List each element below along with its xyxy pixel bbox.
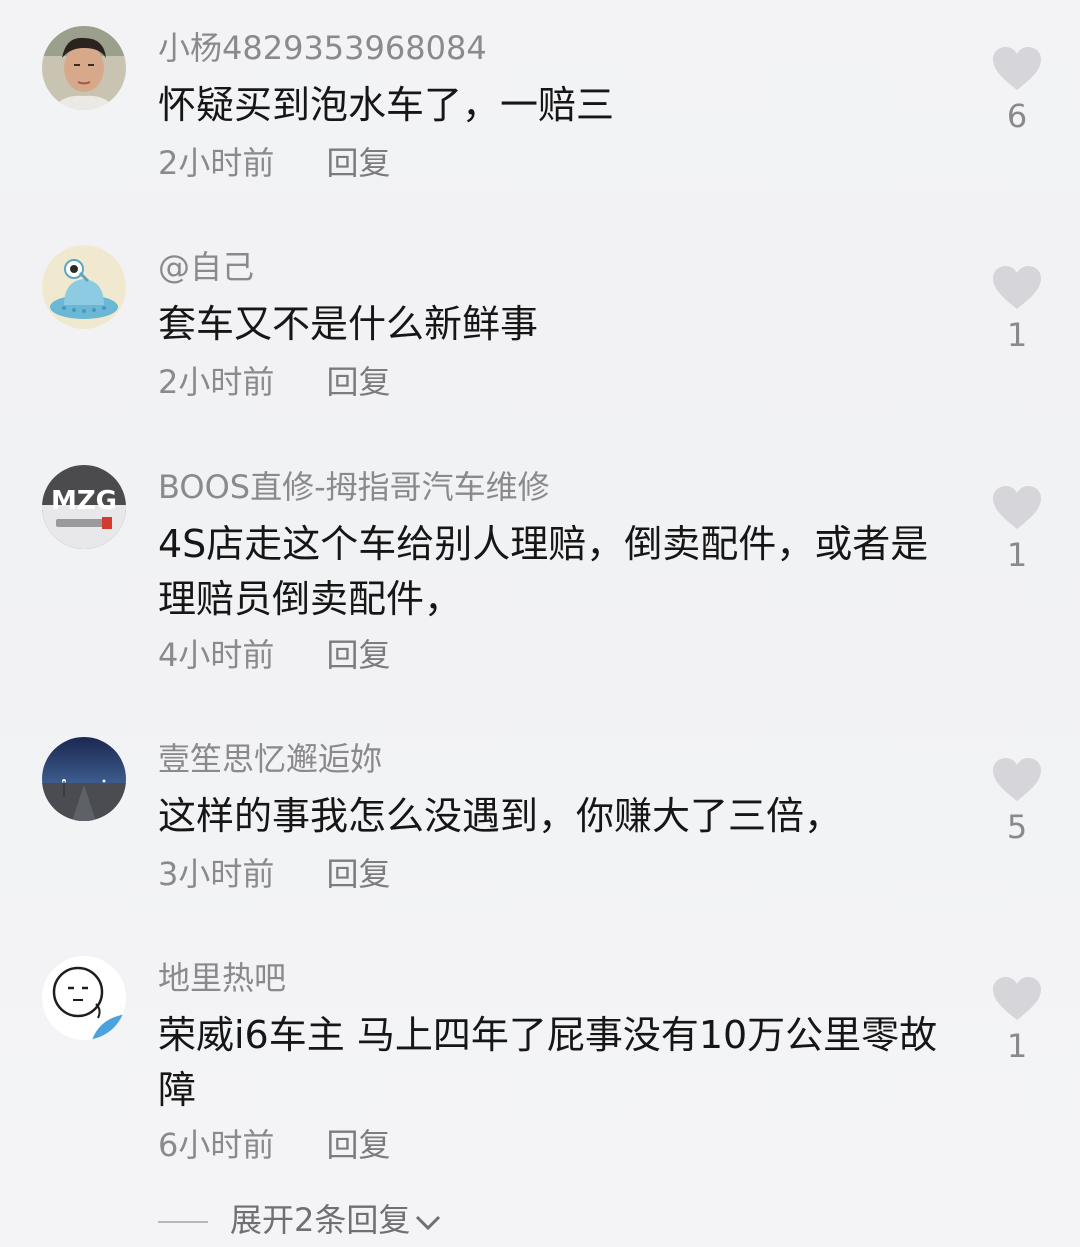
heart-icon xyxy=(993,266,1041,309)
like-button[interactable]: 1 xyxy=(992,976,1042,1066)
comment-meta: 2小时前 回复 xyxy=(158,143,391,183)
expand-replies-label: 展开2条回复 xyxy=(230,1201,411,1239)
like-button[interactable]: 1 xyxy=(992,485,1042,575)
avatar[interactable] xyxy=(42,26,126,110)
like-count: 1 xyxy=(1006,536,1028,574)
avatar[interactable] xyxy=(42,737,126,821)
comment-username[interactable]: @自己 xyxy=(158,247,254,287)
divider-line xyxy=(158,1221,208,1223)
comment-time: 2小时前 xyxy=(158,363,275,401)
chevron-down-icon xyxy=(414,1202,442,1242)
comment-text[interactable]: 套车又不是什么新鲜事 xyxy=(158,297,938,352)
like-count: 5 xyxy=(1006,808,1028,846)
comment-meta: 2小时前 回复 xyxy=(158,362,391,402)
avatar[interactable] xyxy=(42,956,126,1040)
person-photo-avatar-icon xyxy=(42,26,126,110)
comment-time: 6小时前 xyxy=(158,1126,275,1164)
like-count: 1 xyxy=(1006,1027,1028,1065)
night-road-avatar-icon xyxy=(42,737,126,821)
comment-text[interactable]: 这样的事我怎么没遇到，你赚大了三倍， xyxy=(158,789,938,844)
like-button[interactable]: 1 xyxy=(992,265,1042,355)
comment-username[interactable]: 小杨4829353968084 xyxy=(158,28,487,68)
reply-button[interactable]: 回复 xyxy=(327,854,391,894)
heart-icon xyxy=(993,47,1041,90)
comment-username[interactable]: BOOS直修-拇指哥汽车维修 xyxy=(158,467,550,507)
reply-button[interactable]: 回复 xyxy=(327,362,391,402)
comment-username[interactable]: 壹笙思忆邂逅妳 xyxy=(158,739,382,779)
like-button[interactable]: 5 xyxy=(992,757,1042,847)
avatar[interactable]: MZG xyxy=(42,465,126,549)
expand-replies-button[interactable]: 展开2条回复 xyxy=(158,1200,442,1242)
comment-time: 4小时前 xyxy=(158,636,275,674)
reply-button[interactable]: 回复 xyxy=(327,1125,391,1165)
comment-text[interactable]: 荣威i6车主 马上四年了屁事没有10万公里零故障 xyxy=(158,1008,938,1118)
avatar-logo-text: MZG xyxy=(51,486,117,516)
heart-icon xyxy=(993,758,1041,801)
heart-icon xyxy=(993,977,1041,1020)
comment-username[interactable]: 地里热吧 xyxy=(158,958,286,998)
comment-meta: 6小时前 回复 xyxy=(158,1125,391,1165)
heart-icon xyxy=(993,486,1041,529)
comment-text[interactable]: 怀疑买到泡水车了，一赔三 xyxy=(158,78,938,133)
like-count: 6 xyxy=(1006,97,1028,135)
comment-time: 2小时前 xyxy=(158,144,275,182)
like-count: 1 xyxy=(1006,316,1028,354)
avatar[interactable] xyxy=(42,245,126,329)
reply-button[interactable]: 回复 xyxy=(327,143,391,183)
comment-meta: 4小时前 回复 xyxy=(158,635,391,675)
reply-button[interactable]: 回复 xyxy=(327,635,391,675)
cartoon-face-avatar-icon xyxy=(42,956,126,1040)
like-button[interactable]: 6 xyxy=(992,46,1042,136)
comment-meta: 3小时前 回复 xyxy=(158,854,391,894)
comment-time: 3小时前 xyxy=(158,855,275,893)
alien-ufo-avatar-icon xyxy=(42,245,126,329)
comment-text[interactable]: 4S店走这个车给别人理赔，倒卖配件，或者是理赔员倒卖配件， xyxy=(158,517,938,627)
mzg-logo-avatar-icon: MZG xyxy=(42,465,126,549)
